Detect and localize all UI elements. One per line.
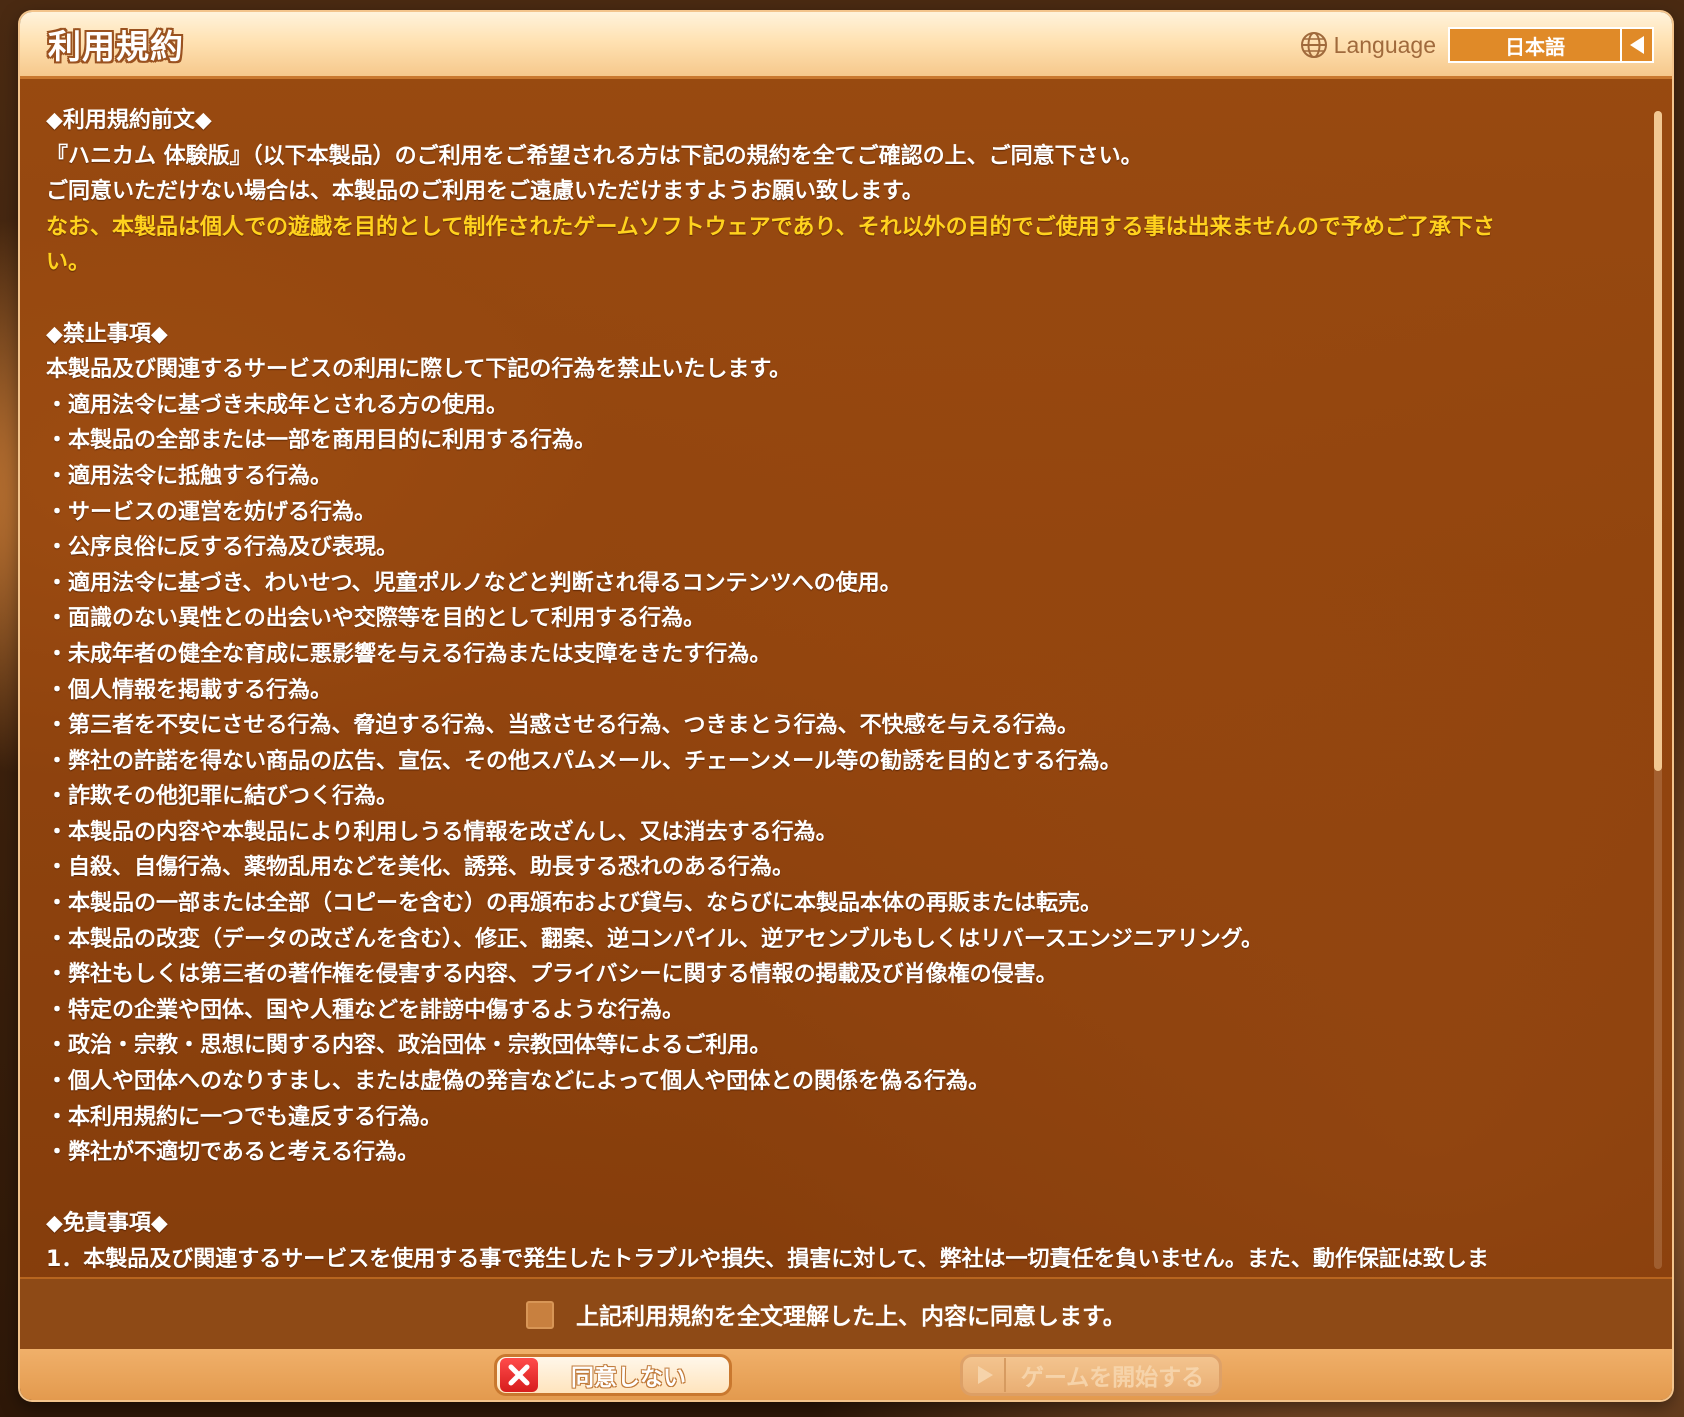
prohibited-item: ・弊社の許諾を得ない商品の広告、宣伝、その他スパムメール、チェーンメール等の勧誘…	[46, 748, 1122, 774]
preamble-line: 『ハニカム 体験版』（以下本製品）のご利用をご希望される方は下記の規約を全てご確…	[46, 143, 1143, 169]
start-game-button[interactable]: ゲームを開始する	[960, 1354, 1222, 1396]
prohibited-item: ・弊社もしくは第三者の著作権を侵害する内容、プライバシーに関する情報の掲載及び肖…	[46, 962, 1058, 988]
prohibited-item: ・特定の企業や団体、国や人種などを誹謗中傷するような行為。	[46, 997, 685, 1023]
triangle-left-icon[interactable]	[1620, 29, 1652, 61]
prohibited-item: ・公序良俗に反する行為及び表現。	[46, 535, 399, 561]
agree-checkbox-label[interactable]: 上記利用規約を全文理解した上、内容に同意します。	[576, 1297, 1126, 1331]
section-heading-preamble: ◆利用規約前文◆	[46, 108, 212, 133]
globe-icon	[1300, 32, 1327, 58]
dialog-footer: 同意しない ゲームを開始する	[20, 1349, 1672, 1400]
prohibited-item: ・個人情報を掲載する行為。	[46, 677, 333, 703]
prohibited-item: ・未成年者の健全な育成に悪影響を与える行為または支障をきたす行為。	[46, 641, 772, 667]
prohibited-item: ・面識のない異性との出会いや交際等を目的として利用する行為。	[46, 606, 706, 632]
terms-content-panel: ◆利用規約前文◆ 『ハニカム 体験版』（以下本製品）のご利用をご希望される方は下…	[20, 79, 1672, 1277]
prohibited-item: ・本利用規約に一つでも違反する行為。	[46, 1104, 443, 1130]
preamble-notice: なお、本製品は個人での遊戯を目的として制作されたゲームソフトウェアであり、それ以…	[46, 214, 1495, 240]
section-heading-prohibited: ◆禁止事項◆	[46, 321, 168, 347]
prohibited-item: ・本製品の一部または全部（コピーを含む）の再頒布および貸与、ならびに本製品本体の…	[46, 891, 1103, 917]
prohibited-item: ・適用法令に基づき未成年とされる方の使用。	[46, 392, 509, 418]
prohibited-item: ・適用法令に抵触する行為。	[46, 463, 333, 489]
close-icon	[500, 1358, 538, 1392]
disclaimer-line: 1．本製品及び関連するサービスを使用する事で発生したトラブルや損失、損害に対して…	[46, 1247, 1489, 1272]
agreement-row: 上記利用規約を全文理解した上、内容に同意します。	[20, 1277, 1672, 1351]
section-heading-disclaimer: ◆免責事項◆	[46, 1211, 168, 1237]
prohibited-item: ・本製品の改変（データの改ざんを含む）、修正、翻案、逆コンパイル、逆アセンブルも…	[46, 926, 1264, 952]
disagree-button[interactable]: 同意しない	[494, 1354, 732, 1396]
start-game-button-label: ゲームを開始する	[1020, 1365, 1205, 1391]
language-dropdown[interactable]: 日本語	[1448, 27, 1654, 63]
terms-scrollbar[interactable]	[1654, 111, 1662, 1269]
prohibited-item: ・個人や団体へのなりすまし、または虚偽の発言などによって個人や団体との関係を偽る…	[46, 1069, 991, 1095]
play-icon	[966, 1358, 1006, 1392]
agree-checkbox[interactable]	[526, 1301, 554, 1329]
language-value: 日本語	[1505, 34, 1565, 59]
prohibited-item: ・自殺、自傷行為、薬物乱用などを美化、誘発、助長する恐れのある行為。	[46, 855, 795, 881]
disagree-button-label: 同意しない	[571, 1365, 686, 1391]
terms-scroll-area[interactable]: ◆利用規約前文◆ 『ハニカム 体験版』（以下本製品）のご利用をご希望される方は下…	[46, 103, 1636, 1275]
dialog-titlebar: 利用規約 Language 日本語	[20, 12, 1672, 79]
language-label: Language	[1333, 31, 1436, 58]
terms-dialog: 利用規約 Language 日本語 ◆利用規約前文◆ 『ハニカム 体験版』（以下…	[20, 12, 1672, 1400]
prohibited-item: ・第三者を不安にさせる行為、脅迫する行為、当惑させる行為、つきまとう行為、不快感…	[46, 713, 1079, 739]
scrollbar-thumb[interactable]	[1654, 111, 1662, 771]
dialog-title: 利用規約	[48, 27, 184, 66]
prohibited-intro: 本製品及び関連するサービスの利用に際して下記の行為を禁止いたします。	[46, 357, 792, 383]
prohibited-item: ・本製品の全部または一部を商用目的に利用する行為。	[46, 428, 597, 454]
prohibited-item: ・詐欺その他犯罪に結びつく行為。	[46, 784, 399, 810]
prohibited-item: ・適用法令に基づき、わいせつ、児童ポルノなどと判断され得るコンテンツへの使用。	[46, 570, 902, 596]
preamble-line: ご同意いただけない場合は、本製品のご利用をご遠慮いただけますようお願い致します。	[46, 179, 924, 205]
prohibited-item: ・弊社が不適切であると考える行為。	[46, 1140, 420, 1166]
preamble-notice: い。	[46, 250, 91, 276]
prohibited-item: ・サービスの運営を妨げる行為。	[46, 499, 377, 525]
prohibited-item: ・本製品の内容や本製品により利用しうる情報を改ざんし、又は消去する行為。	[46, 819, 838, 845]
prohibited-item: ・政治・宗教・思想に関する内容、政治団体・宗教団体等によるご利用。	[46, 1033, 772, 1059]
language-selector: Language 日本語	[1300, 27, 1654, 63]
